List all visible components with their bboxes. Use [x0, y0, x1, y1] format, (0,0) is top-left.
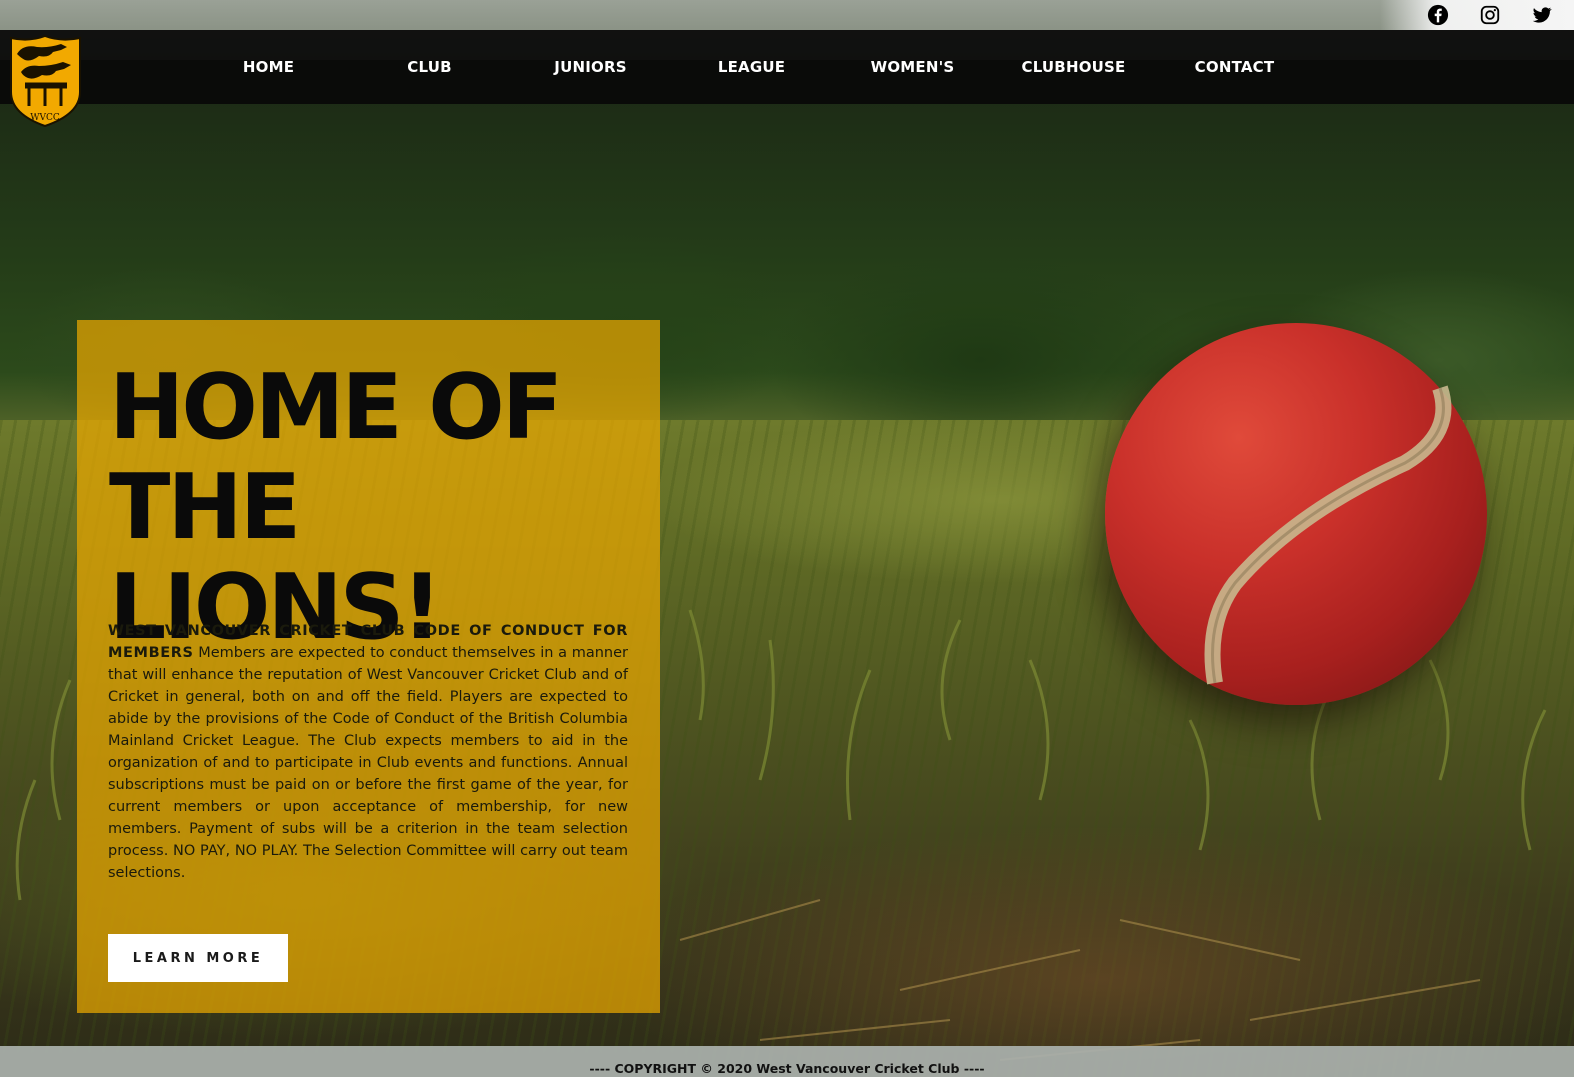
svg-text:WVCC: WVCC: [30, 113, 60, 123]
page: WVCC HOME CLUB JUNIORS LEAGUE WOMEN'S CL…: [0, 0, 1574, 1077]
code-of-conduct-text: WEST VANCOUVER CRICKET CLUB CODE OF COND…: [108, 620, 628, 884]
nav-item-clubhouse[interactable]: CLUBHOUSE: [993, 58, 1154, 76]
main-navigation: HOME CLUB JUNIORS LEAGUE WOMEN'S CLUBHOU…: [188, 30, 1315, 104]
nav-item-home[interactable]: HOME: [188, 58, 349, 76]
nav-item-club[interactable]: CLUB: [349, 58, 510, 76]
nav-item-contact[interactable]: CONTACT: [1154, 58, 1315, 76]
footer: ---- COPYRIGHT © 2020 West Vancouver Cri…: [0, 1046, 1574, 1077]
instagram-icon[interactable]: [1478, 3, 1502, 27]
facebook-icon[interactable]: [1426, 3, 1450, 27]
hero-panel: HOME OF THE LIONS! WEST VANCOUVER CRICKET…: [77, 320, 660, 1013]
learn-more-button[interactable]: LEARN MORE: [108, 934, 288, 982]
club-logo[interactable]: WVCC: [9, 34, 82, 128]
hero-title: HOME OF THE LIONS!: [109, 358, 649, 658]
ball-seam: [1204, 385, 1452, 685]
twitter-icon[interactable]: [1530, 3, 1554, 27]
lion-crest-icon: WVCC: [10, 34, 81, 128]
nav-item-womens[interactable]: WOMEN'S: [832, 58, 993, 76]
cricket-ball-image: [1105, 323, 1487, 705]
social-bar: [1426, 0, 1554, 30]
code-of-conduct-body: Members are expected to conduct themselv…: [108, 645, 628, 881]
hero-title-line-1: HOME OF: [109, 355, 563, 460]
copyright-text: ---- COPYRIGHT © 2020 West Vancouver Cri…: [589, 1061, 985, 1076]
nav-item-juniors[interactable]: JUNIORS: [510, 58, 671, 76]
nav-item-league[interactable]: LEAGUE: [671, 58, 832, 76]
